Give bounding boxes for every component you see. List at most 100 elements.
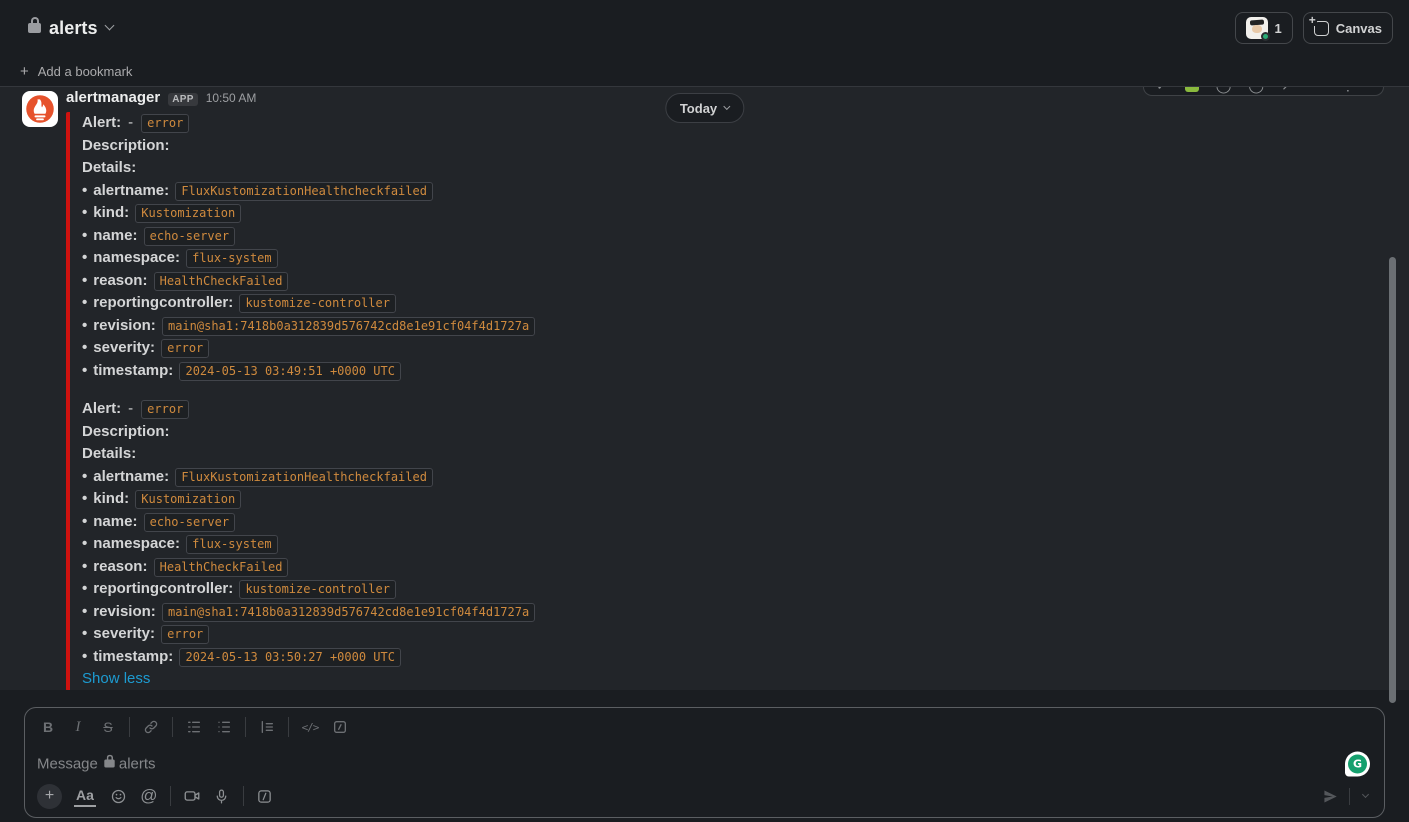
canvas-button[interactable]: Canvas [1303, 12, 1393, 44]
date-divider-button[interactable]: Today [665, 93, 744, 123]
alert-field-row: •reportingcontroller: kustomize-controll… [82, 578, 1389, 601]
alert-field-row: • alertname: FluxKustomizationHealthcheck… [82, 466, 1389, 489]
link-icon [143, 719, 159, 735]
bullet-icon: • [82, 625, 87, 642]
field-label: revision: [93, 317, 156, 334]
bullet-icon: • [82, 468, 87, 485]
channel-title-button[interactable]: alerts [20, 14, 121, 43]
show-less-link[interactable]: Show less [82, 668, 150, 690]
scrollbar[interactable] [1389, 257, 1396, 703]
code-block-icon [332, 719, 348, 735]
slash-shortcuts-icon [256, 788, 273, 805]
app-avatar[interactable] [22, 91, 58, 127]
bold-button[interactable]: B [33, 714, 63, 740]
lock-icon [28, 23, 41, 33]
channel-members-button[interactable]: 1 [1235, 12, 1293, 44]
code-value: error [141, 114, 189, 133]
bullet-icon: • [82, 535, 87, 552]
bullet-icon: • [82, 227, 87, 244]
attach-plus-button[interactable]: + [37, 784, 62, 809]
date-divider-label: Today [680, 101, 717, 116]
channel-header: alerts 1 Canvas [0, 0, 1409, 56]
bookmarks-bar: + Add a bookmark [0, 56, 1409, 87]
composer-actions-right [1315, 783, 1376, 809]
code-value: echo-server [144, 227, 235, 246]
alert-blocks: Alert:-error Description: Details: • aler… [82, 112, 1389, 668]
code-value: HealthCheckFailed [154, 272, 289, 291]
alert-field-row: •namespace: flux-system [82, 533, 1389, 556]
send-icon [1322, 788, 1339, 805]
toolbar-divider [1349, 788, 1350, 805]
alert-field-row: •severity: error [82, 623, 1389, 646]
bullet-icon: • [82, 580, 87, 597]
italic-button[interactable]: I [63, 714, 93, 740]
field-label: severity: [93, 625, 155, 642]
message-actions-toolbar: ✓ ◯ ◯ ↗ ⌒ ⋮ [1143, 87, 1384, 96]
field-label: severity: [93, 339, 155, 356]
toolbar-divider [243, 786, 244, 806]
toolbar-divider [288, 717, 289, 737]
strikethrough-button[interactable]: S [93, 714, 123, 740]
green-reaction-emoji-icon [1185, 87, 1199, 92]
blockquote-icon [259, 719, 275, 735]
field-label: kind: [93, 490, 129, 507]
add-bookmark-label: Add a bookmark [38, 64, 133, 79]
more-actions-icon: ⋮ [1341, 87, 1355, 92]
alert-block: Alert:-error Description: Details: •aler… [82, 112, 1389, 382]
field-label: alertname: [93, 182, 169, 199]
video-clip-button[interactable] [177, 783, 207, 809]
code-button[interactable]: </> [295, 714, 325, 740]
mention-button[interactable]: @ [134, 783, 164, 809]
presence-dot-icon [1261, 32, 1270, 41]
code-value: 2024-05-13 03:49:51 +0000 UTC [179, 362, 401, 381]
audio-clip-button[interactable] [207, 783, 237, 809]
code-value: error [141, 400, 189, 419]
bullet-list-button[interactable] [209, 714, 239, 740]
link-button[interactable] [136, 714, 166, 740]
canvas-icon [1314, 21, 1329, 36]
bullet-icon: • [82, 272, 87, 289]
code-value: flux-system [186, 249, 277, 268]
alert-field-row: • timestamp: 2024-05-13 03:49:51 +0000 UT… [82, 360, 1389, 383]
field-label: namespace: [93, 535, 180, 552]
field-label: name: [93, 227, 137, 244]
description-line: Description: [82, 135, 1389, 158]
send-button[interactable] [1315, 783, 1345, 809]
ordered-list-button[interactable] [179, 714, 209, 740]
field-label: namespace: [93, 249, 180, 266]
message: alertmanager APP 10:50 AM Alert:-error D… [0, 87, 1409, 690]
alert-title-line: Alert:-error [82, 398, 1389, 421]
code-value: FluxKustomizationHealthcheckfailed [175, 468, 433, 487]
alert-fields: •alertname: FluxKustomizationHealthcheck… [82, 180, 1389, 383]
details-line: Details: [82, 157, 1389, 180]
code-value: echo-server [144, 513, 235, 532]
blockquote-button[interactable] [252, 714, 282, 740]
bullet-icon: • [82, 362, 87, 379]
add-bookmark-button[interactable]: + Add a bookmark [20, 64, 132, 79]
alert-field-row: •kind: Kustomization [82, 488, 1389, 511]
formatting-toolbar: B I S [25, 708, 1384, 746]
composer-actions-left: + Aa @ [33, 783, 280, 809]
message-timestamp[interactable]: 10:50 AM [206, 91, 257, 105]
canvas-button-label: Canvas [1336, 21, 1382, 36]
show-formatting-button[interactable]: Aa [74, 785, 96, 807]
field-label: reason: [93, 272, 147, 289]
bullet-icon: • [82, 513, 87, 530]
code-value: HealthCheckFailed [154, 558, 289, 577]
emoji-button[interactable] [104, 783, 134, 809]
schedule-send-button[interactable] [1354, 783, 1376, 809]
field-label: timestamp: [93, 362, 173, 379]
code-block-button[interactable] [325, 714, 355, 740]
field-label: reportingcontroller: [93, 294, 233, 311]
member-avatar [1246, 17, 1268, 39]
field-label: alertname: [93, 468, 169, 485]
shortcuts-button[interactable] [250, 783, 280, 809]
message-composer[interactable]: B I S [24, 707, 1385, 818]
grammarly-widget[interactable]: G [1345, 751, 1370, 776]
sender-name[interactable]: alertmanager [66, 89, 160, 106]
share-icon: ↗ [1281, 87, 1293, 92]
code-value: error [161, 339, 209, 358]
toolbar-divider [170, 786, 171, 806]
message-input[interactable] [37, 755, 1372, 772]
bullet-icon: • [82, 490, 87, 507]
